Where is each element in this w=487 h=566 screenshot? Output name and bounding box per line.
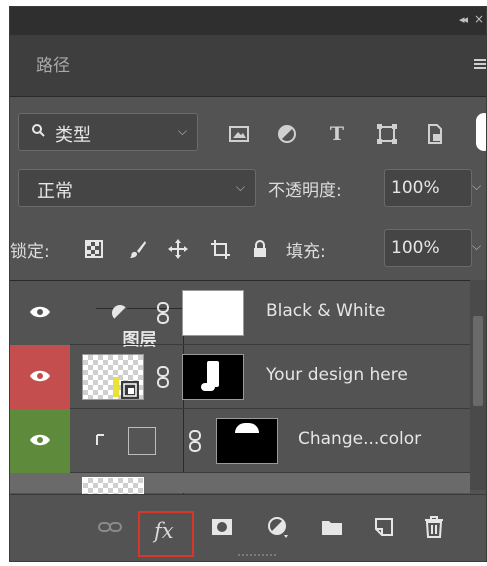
opacity-label: 不透明度: (268, 181, 342, 201)
opacity-dropdown-icon[interactable]: ⌵ (472, 179, 481, 194)
lock-artboard-icon[interactable] (210, 239, 230, 259)
layer-row-black-white[interactable]: Black & White (10, 281, 470, 345)
adjustment-layer-icon (112, 305, 129, 322)
layer-mask-thumbnail[interactable] (182, 290, 244, 336)
panel-title-bar: ◂◂ × (10, 7, 486, 35)
fill-input[interactable]: 100% (384, 229, 472, 267)
shape-filter-icon[interactable] (376, 123, 398, 145)
lock-label: 锁定: (10, 242, 50, 262)
new-layer-icon[interactable] (372, 515, 396, 539)
layer-row-partial[interactable] (10, 473, 470, 503)
add-mask-icon[interactable] (210, 515, 234, 539)
layers-list: Black & White Your design here Change...… (10, 280, 470, 503)
type-filter-icon[interactable]: T (326, 123, 348, 145)
lock-row: 锁定: 填充: 100% ⌵ (10, 227, 486, 269)
fx-icon: fx (154, 519, 174, 543)
layer-name[interactable]: Change...color (298, 429, 421, 449)
fill-label: 填充: (286, 242, 326, 262)
image-filter-icon[interactable] (228, 123, 250, 145)
lock-transparent-pixels-icon[interactable] (84, 239, 104, 259)
filter-kind-label: 类型 (55, 125, 91, 146)
new-group-icon[interactable] (320, 515, 344, 539)
layer-name[interactable]: Your design here (266, 365, 408, 385)
resize-grip-icon[interactable] (238, 553, 278, 557)
collapse-panel-icon[interactable]: ◂◂ (459, 13, 468, 26)
layer-filter-row: 类型 ⌵ T (10, 109, 486, 155)
chevron-down-icon: ⌵ (235, 180, 245, 194)
smart-object-filter-icon[interactable] (424, 123, 446, 145)
layer-row-change-color[interactable]: Change...color (10, 409, 470, 473)
hamburger-menu-icon[interactable] (474, 59, 486, 71)
layer-thumbnail[interactable] (82, 354, 144, 400)
fx-button[interactable]: fx (138, 511, 194, 557)
tab-paths[interactable]: 路径 (10, 35, 96, 97)
panel-tabs: 路径 图层 (10, 35, 486, 518)
new-adjustment-icon[interactable] (266, 515, 290, 539)
opacity-input[interactable]: 100% (384, 169, 472, 207)
chevron-down-icon: ⌵ (177, 124, 187, 138)
layer-name[interactable]: Black & White (266, 301, 386, 321)
layer-mask-thumbnail[interactable] (216, 418, 278, 464)
layer-mask-thumbnail[interactable] (182, 354, 244, 400)
blend-mode-select[interactable]: 正常 ⌵ (18, 169, 256, 207)
search-icon (32, 124, 45, 137)
close-panel-icon[interactable]: × (474, 12, 484, 26)
layer-row-your-design-here[interactable]: Your design here (10, 345, 470, 409)
clipping-arrow-icon (96, 434, 104, 445)
smart-object-badge-icon (121, 381, 139, 399)
visibility-toggle[interactable] (10, 281, 70, 345)
fill-dropdown-icon[interactable]: ⌵ (472, 239, 481, 254)
mask-shape (235, 423, 259, 433)
eye-icon (30, 370, 50, 382)
delete-layer-icon[interactable] (422, 515, 446, 539)
chain-link-icon[interactable] (156, 366, 170, 388)
lock-position-icon[interactable] (168, 239, 188, 259)
eye-icon (30, 306, 50, 318)
adjustment-filter-icon[interactable] (276, 123, 298, 145)
filter-kind-select[interactable]: 类型 ⌵ (18, 113, 198, 151)
chain-link-icon[interactable] (188, 430, 202, 452)
lock-all-icon[interactable] (250, 239, 270, 259)
blend-row: 正常 ⌵ 不透明度: 100% ⌵ (10, 167, 486, 209)
mask-shape (201, 383, 215, 391)
visibility-toggle[interactable] (10, 345, 70, 409)
layers-panel: ◂◂ × 路径 图层 类型 ⌵ T 正常 ⌵ 不透明度: 100% ⌵ 锁定: … (9, 6, 487, 562)
filter-toggle[interactable] (476, 113, 486, 151)
blend-mode-label: 正常 (37, 181, 73, 202)
design-preview-shape (113, 377, 119, 397)
layers-bottom-toolbar: fx (10, 494, 486, 561)
link-layers-icon[interactable] (98, 515, 122, 539)
eye-icon (30, 434, 50, 446)
visibility-toggle[interactable] (10, 409, 70, 473)
scrollbar-thumb[interactable] (473, 316, 483, 406)
layers-scrollbar[interactable] (470, 280, 486, 490)
lock-image-pixels-icon[interactable] (128, 239, 148, 259)
chain-link-icon[interactable] (156, 302, 170, 324)
fill-color-thumbnail[interactable] (128, 427, 156, 455)
